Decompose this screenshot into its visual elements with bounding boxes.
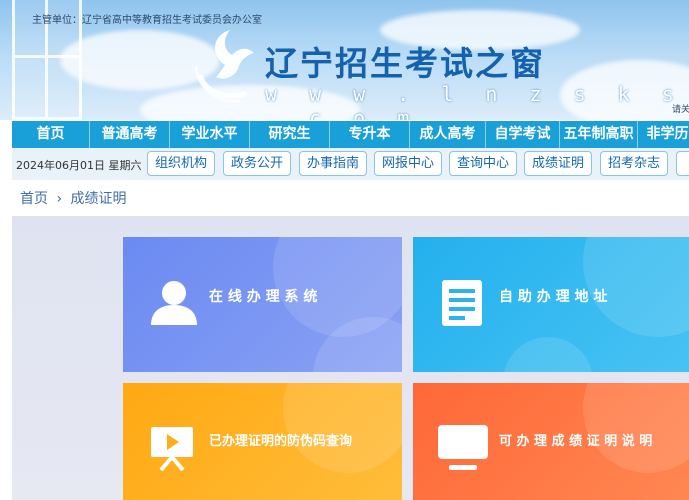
card-decoration — [283, 383, 402, 473]
nav-item-self-study[interactable]: 自学考试 — [486, 121, 560, 148]
nav-item-home[interactable]: 首页 — [12, 121, 90, 148]
quick-link-affairs[interactable]: 政务公开 — [223, 151, 291, 176]
page: 主管单位：辽宁省高中等教育招生考试委员会办公室 辽宁招生考试之窗 w w w .… — [0, 0, 689, 500]
breadcrumb-current: 成绩证明 — [70, 191, 127, 207]
presentation-icon — [151, 427, 193, 471]
monitor-icon — [438, 425, 488, 470]
current-date: 2024年06月01日 星期六 — [16, 159, 142, 172]
header-right-text: 请关 — [672, 105, 689, 115]
nav-item-zhuanshengben[interactable]: 专升本 — [330, 121, 410, 148]
breadcrumb-separator: › — [56, 191, 63, 207]
breadcrumb-home[interactable]: 首页 — [20, 191, 48, 207]
authority-text: 主管单位：辽宁省高中等教育招生考试委员会办公室 — [32, 15, 262, 26]
dove-logo-icon — [194, 30, 254, 103]
card-decoration — [583, 383, 689, 473]
quick-link-magazine[interactable]: 招考杂志 — [600, 151, 668, 176]
card-label: 已办理证明的防伪码查询 — [209, 434, 353, 449]
quick-link-query[interactable]: 查询中心 — [449, 151, 517, 176]
nav-item-graduate[interactable]: 研究生 — [250, 121, 330, 148]
nav-item-non-degree[interactable]: 非学历 — [638, 121, 689, 148]
card-decoration — [503, 337, 593, 372]
nav-item-adult[interactable]: 成人高考 — [410, 121, 486, 148]
card-label: 可 办 理 成 绩 证 明 说 明 — [499, 434, 653, 449]
anti-fake-code-card[interactable]: 已办理证明的防伪码查询 — [123, 383, 402, 500]
site-url: w w w . l n z s k s . c o m — [265, 82, 684, 120]
breadcrumb: 首页 › 成绩证明 — [20, 188, 131, 208]
score-proof-explanation-card[interactable]: 可 办 理 成 绩 证 明 说 明 — [413, 383, 689, 500]
site-title: 辽宁招生考试之窗 — [265, 44, 545, 83]
quick-link-organization[interactable]: 组织机构 — [147, 151, 215, 176]
document-icon — [442, 280, 482, 326]
quick-link-registration[interactable]: 网报中心 — [374, 151, 442, 176]
person-icon — [151, 281, 197, 325]
quick-link-score-proof[interactable]: 成绩证明 — [524, 151, 592, 176]
nav-item-xueye[interactable]: 学业水平 — [170, 121, 250, 148]
quick-link-guide[interactable]: 办事指南 — [299, 151, 367, 176]
nav-item-gaokao[interactable]: 普通高考 — [90, 121, 170, 148]
self-service-address-card[interactable]: 自 助 办 理 地 址 — [413, 237, 689, 372]
header-banner: 主管单位：辽宁省高中等教育招生考试委员会办公室 辽宁招生考试之窗 w w w .… — [0, 0, 689, 120]
card-label: 自 助 办 理 地 址 — [499, 289, 608, 305]
card-label: 在 线 办 理 系 统 — [209, 289, 318, 305]
quick-link-more[interactable] — [676, 151, 689, 176]
quick-links-bar: 2024年06月01日 星期六 组织机构 政务公开 办事指南 网报中心 查询中心… — [12, 148, 689, 180]
online-system-card[interactable]: 在 线 办 理 系 统 — [123, 237, 402, 372]
nav-item-five-year[interactable]: 五年制高职 — [560, 121, 638, 148]
main-nav: 首页 普通高考 学业水平 研究生 专升本 成人高考 自学考试 五年制高职 非学历 — [12, 121, 689, 148]
